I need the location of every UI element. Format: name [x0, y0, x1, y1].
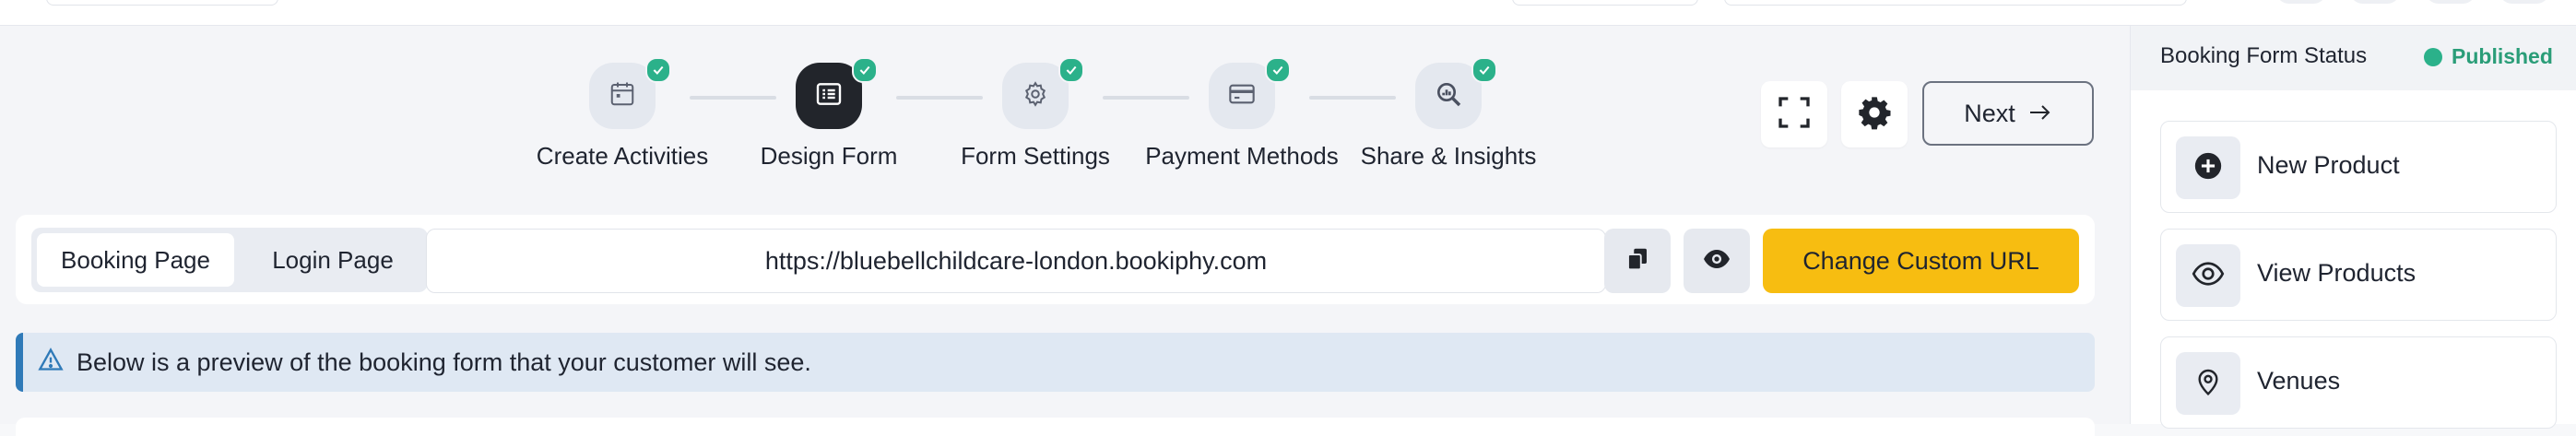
top-icon-button[interactable]: [2425, 0, 2476, 4]
check-icon: [1058, 57, 1084, 83]
arrow-right-icon: [2028, 100, 2052, 128]
sidebar-item-label: View Products: [2257, 259, 2416, 287]
booking-form-status-title: Booking Form Status: [2160, 43, 2368, 68]
sidebar-item-venues[interactable]: Venues: [2160, 336, 2557, 429]
eye-icon: [2192, 257, 2225, 295]
form-preview-panel: [16, 418, 2095, 436]
url-card: Booking Page Login Page https://bluebell…: [16, 215, 2095, 304]
top-search-box[interactable]: [46, 0, 278, 6]
next-button[interactable]: Next: [1922, 81, 2094, 146]
step-payment-methods[interactable]: Payment Methods: [1136, 57, 1348, 201]
icon-tile: [2176, 136, 2240, 199]
calendar-icon: [609, 80, 636, 112]
plus-circle-icon: [2192, 150, 2224, 186]
eye-icon: [1702, 244, 1731, 278]
change-custom-url-button[interactable]: Change Custom URL: [1763, 229, 2079, 293]
step-label: Share & Insights: [1360, 142, 1537, 170]
page-type-toggle: Booking Page Login Page: [31, 228, 428, 292]
copy-icon: [1624, 245, 1651, 277]
form-list-icon: [814, 79, 844, 113]
top-dropdown[interactable]: [1512, 0, 1698, 6]
top-bar: [0, 0, 2576, 26]
status-badge: Published: [2424, 44, 2553, 69]
search-chart-icon: [1434, 79, 1463, 113]
top-search-field[interactable]: [1724, 0, 2187, 6]
fullscreen-button[interactable]: [1761, 81, 1827, 147]
icon-tile: [2176, 352, 2240, 415]
fullscreen-icon: [1776, 94, 1813, 136]
icon-tile: [2176, 244, 2240, 307]
credit-card-icon: [1227, 79, 1257, 113]
step-share-insights[interactable]: Share & Insights: [1342, 57, 1554, 201]
tab-login-page[interactable]: Login Page: [243, 233, 422, 287]
booking-url-field[interactable]: https://bluebellchildcare-london.bookiph…: [426, 229, 1606, 293]
sidebar-item-view-products[interactable]: View Products: [2160, 229, 2557, 321]
check-icon: [1471, 57, 1497, 83]
preview-info-banner: Below is a preview of the booking form t…: [16, 333, 2095, 392]
gear-icon: [1022, 80, 1049, 112]
check-icon: [1265, 57, 1291, 83]
status-dot: [2424, 47, 2442, 66]
top-icon-button[interactable]: [2349, 0, 2401, 4]
top-icon-button[interactable]: [2275, 0, 2327, 4]
check-icon: [852, 57, 878, 83]
sidebar-header: Booking Form Status Published: [2131, 26, 2576, 90]
map-pin-icon: [2193, 367, 2223, 401]
main-content: Create Activities Design Form Form Setti…: [0, 26, 2130, 436]
tab-booking-page[interactable]: Booking Page: [37, 233, 234, 287]
step-form-settings[interactable]: Form Settings: [929, 57, 1141, 201]
sidebar-item-label: New Product: [2257, 151, 2400, 179]
next-button-label: Next: [1964, 99, 2015, 127]
preview-button[interactable]: [1684, 229, 1750, 293]
sidebar-item-new-product[interactable]: New Product: [2160, 121, 2557, 213]
sidebar-item-label: Venues: [2257, 367, 2341, 395]
status-text: Published: [2452, 44, 2553, 68]
step-design-form[interactable]: Design Form: [723, 57, 935, 201]
gear-icon: [1856, 94, 1893, 136]
check-icon: [645, 57, 671, 83]
top-avatar[interactable]: [2499, 0, 2550, 4]
right-sidebar: Booking Form Status Published New Produc…: [2130, 26, 2576, 429]
copy-url-button[interactable]: [1604, 229, 1671, 293]
warning-icon: [38, 347, 64, 379]
progress-stepper: Create Activities Design Form Form Setti…: [516, 57, 1586, 201]
banner-text: Below is a preview of the booking form t…: [77, 348, 811, 376]
step-create-activities[interactable]: Create Activities: [516, 57, 728, 201]
settings-button[interactable]: [1841, 81, 1908, 147]
